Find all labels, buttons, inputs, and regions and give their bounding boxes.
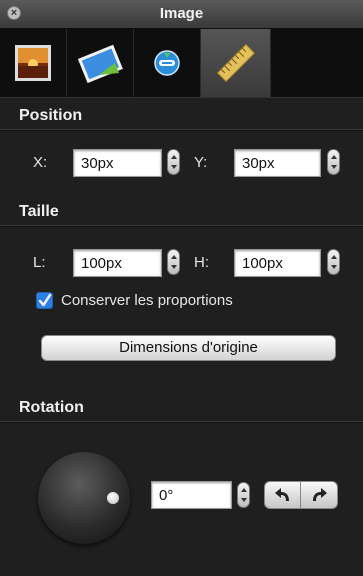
width-label: L: [33, 254, 46, 271]
y-field[interactable]: 30px [234, 149, 321, 177]
angle-field[interactable]: 0° [151, 481, 232, 509]
y-label: Y: [194, 154, 208, 171]
rotate-right-icon [313, 488, 327, 501]
photo-icon [77, 44, 123, 83]
x-label: X: [33, 154, 48, 171]
rotate-left-button[interactable] [264, 481, 301, 509]
size-divider [0, 225, 363, 227]
height-stepper[interactable] [327, 249, 340, 275]
ruler-icon [216, 43, 255, 83]
tab-photo[interactable] [67, 29, 134, 97]
angle-stepper[interactable] [237, 482, 250, 508]
width-stepper[interactable] [167, 249, 180, 275]
rotate-left-icon [274, 488, 289, 501]
width-field[interactable]: 100px [73, 249, 162, 277]
original-dimensions-button[interactable]: Dimensions d'origine [41, 335, 336, 361]
tab-image[interactable] [0, 29, 67, 97]
globe-link-icon [154, 50, 180, 76]
height-field[interactable]: 100px [234, 249, 321, 277]
keep-ratio-checkbox[interactable] [36, 292, 53, 309]
tab-bar [0, 29, 363, 98]
y-stepper[interactable] [327, 149, 340, 175]
knob-indicator [107, 492, 119, 504]
tab-ruler[interactable] [201, 29, 271, 97]
size-title: Taille [19, 203, 59, 220]
rotation-knob[interactable] [38, 452, 130, 544]
tab-web[interactable] [134, 29, 201, 97]
keep-ratio-label[interactable]: Conserver les proportions [61, 292, 233, 309]
checkmark-icon [38, 293, 52, 307]
x-field[interactable]: 30px [73, 149, 162, 177]
height-label: H: [194, 254, 209, 271]
position-divider [0, 129, 363, 131]
position-title: Position [19, 107, 83, 124]
title-bar: × Image [0, 0, 363, 29]
rotation-divider [0, 421, 363, 423]
rotate-right-button[interactable] [301, 481, 338, 509]
window-title: Image [159, 5, 204, 22]
image-icon [15, 45, 51, 81]
rotation-title: Rotation [19, 399, 84, 416]
x-stepper[interactable] [167, 149, 180, 175]
